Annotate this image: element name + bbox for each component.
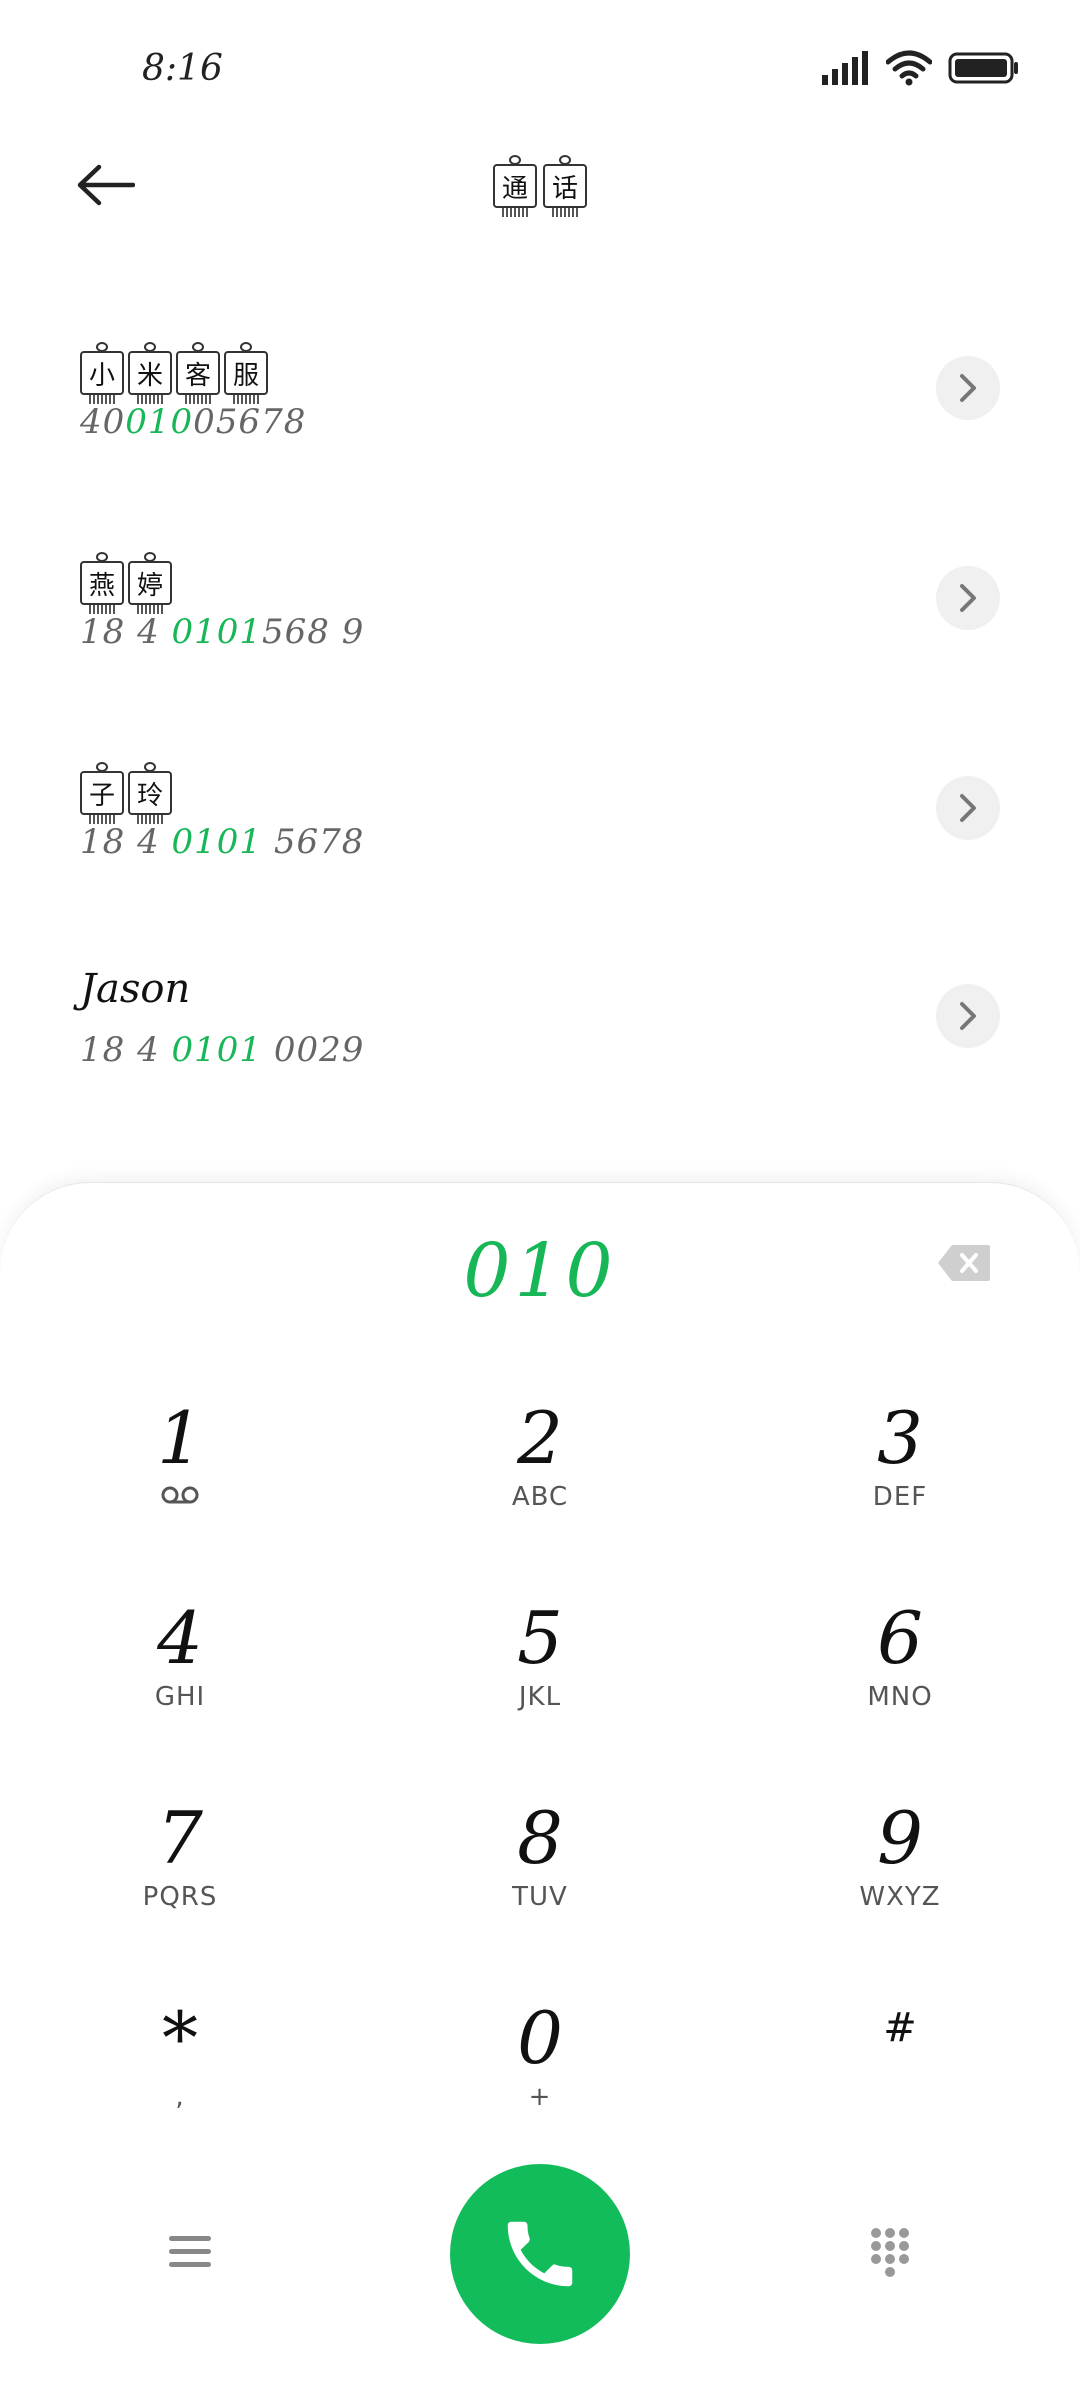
key-8[interactable]: 8 TUV bbox=[390, 1798, 690, 1978]
key-3[interactable]: 3 DEF bbox=[750, 1398, 1050, 1578]
contact-number: 18 4 0101 5678 bbox=[80, 822, 365, 862]
key-letters: WXYZ bbox=[859, 1882, 941, 1912]
call-button[interactable] bbox=[450, 2164, 630, 2344]
chevron-right-icon bbox=[960, 794, 976, 822]
contact-name: Jason bbox=[80, 966, 191, 1012]
contact-row[interactable]: 子 玲 18 4 0101 5678 bbox=[0, 762, 1080, 882]
key-letters: DEF bbox=[872, 1482, 928, 1512]
key-digit: 8 bbox=[517, 1796, 563, 1880]
key-letters: JKL bbox=[518, 1682, 562, 1712]
chevron-right-icon bbox=[960, 584, 976, 612]
contact-number: 18 4 0101 0029 bbox=[80, 1030, 365, 1070]
contact-number: 4001005678 bbox=[80, 402, 307, 442]
key-letters: GHI bbox=[154, 1682, 206, 1712]
status-bar: 8:16 bbox=[0, 0, 1080, 140]
key-digit: 0 bbox=[517, 1996, 563, 2080]
key-hash[interactable]: # bbox=[750, 1998, 1050, 2178]
dialpad-toggle-button[interactable] bbox=[860, 2222, 920, 2282]
key-letters: TUV bbox=[512, 1882, 568, 1912]
key-6[interactable]: 6 MNO bbox=[750, 1598, 1050, 1778]
key-7[interactable]: 7 PQRS bbox=[30, 1798, 330, 1978]
menu-icon bbox=[169, 2236, 211, 2267]
status-icons bbox=[820, 50, 1020, 86]
phone-icon bbox=[507, 2221, 573, 2287]
contact-row[interactable]: 燕 婷 18 4 0101568 9 bbox=[0, 552, 1080, 672]
contact-row[interactable]: 小 米 客 服 4001005678 bbox=[0, 342, 1080, 462]
backspace-button[interactable] bbox=[936, 1243, 992, 1283]
title-char: 话 bbox=[543, 155, 587, 217]
key-digit: 3 bbox=[877, 1396, 923, 1480]
key-5[interactable]: 5 JKL bbox=[390, 1598, 690, 1778]
key-digit: 4 bbox=[157, 1596, 203, 1680]
contact-details-button[interactable] bbox=[936, 566, 1000, 630]
key-4[interactable]: 4 GHI bbox=[30, 1598, 330, 1778]
key-digit: * bbox=[162, 1996, 198, 2080]
status-time: 8:16 bbox=[142, 48, 223, 89]
key-digit: 2 bbox=[517, 1396, 563, 1480]
contact-row[interactable]: Jason 18 4 0101 0029 bbox=[0, 966, 1080, 1090]
dialpad-icon bbox=[871, 2228, 909, 2277]
key-letters: + bbox=[528, 2082, 552, 2112]
key-letters: ABC bbox=[511, 1482, 569, 1512]
key-letters: PQRS bbox=[142, 1882, 218, 1912]
key-letters: , bbox=[175, 2082, 185, 2112]
key-digit: 1 bbox=[157, 1396, 203, 1480]
key-letters: MNO bbox=[867, 1682, 933, 1712]
key-9[interactable]: 9 WXYZ bbox=[750, 1798, 1050, 1978]
menu-button[interactable] bbox=[160, 2222, 220, 2282]
chevron-right-icon bbox=[960, 1002, 976, 1030]
contact-details-button[interactable] bbox=[936, 776, 1000, 840]
contact-number: 18 4 0101568 9 bbox=[80, 612, 365, 652]
wifi-icon bbox=[886, 50, 932, 86]
contact-details-button[interactable] bbox=[936, 356, 1000, 420]
contact-name: 子 玲 bbox=[80, 762, 172, 824]
key-digit: 9 bbox=[877, 1796, 923, 1880]
chevron-right-icon bbox=[960, 374, 976, 402]
key-2[interactable]: 2 ABC bbox=[390, 1398, 690, 1578]
page-title: 通 话 bbox=[0, 155, 1080, 217]
key-1[interactable]: 1 bbox=[30, 1398, 330, 1578]
contact-name: 小 米 客 服 bbox=[80, 342, 268, 404]
key-digit: 6 bbox=[877, 1596, 923, 1680]
contact-name: 燕 婷 bbox=[80, 552, 172, 614]
backspace-icon bbox=[938, 1245, 990, 1281]
key-0[interactable]: 0 + bbox=[390, 1998, 690, 2178]
key-digit: 5 bbox=[517, 1596, 563, 1680]
voicemail-icon bbox=[30, 1482, 330, 1512]
contact-details-button[interactable] bbox=[936, 984, 1000, 1048]
title-char: 通 bbox=[493, 155, 537, 217]
key-star[interactable]: * , bbox=[30, 1998, 330, 2178]
signal-icon bbox=[822, 51, 868, 85]
key-digit: # bbox=[883, 2005, 917, 2051]
dialed-number: 010 bbox=[463, 1228, 617, 1314]
battery-icon bbox=[948, 52, 1018, 84]
key-digit: 7 bbox=[157, 1796, 203, 1880]
